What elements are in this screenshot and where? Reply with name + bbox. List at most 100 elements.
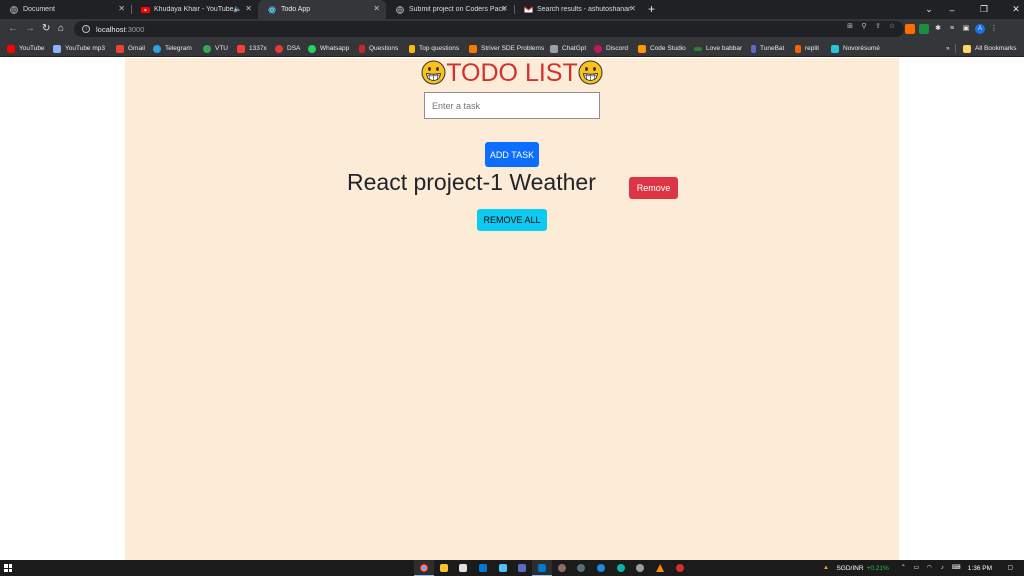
address-bar[interactable]: i localhost:3000 ⊞ ⚲ ⇪ ☆ <box>74 21 904 37</box>
bookmark-page-icon <box>409 44 415 53</box>
bookmark-telegram[interactable]: Telegram <box>153 43 192 54</box>
notepad-icon[interactable] <box>453 560 473 576</box>
bookmark-star-icon[interactable]: ☆ <box>888 23 896 31</box>
bookmark-love-babbar[interactable]: Love babbar <box>694 43 742 54</box>
remove-all-button[interactable]: REMOVE ALL <box>477 209 547 231</box>
bookmark-label: Gmail <box>128 45 145 52</box>
close-tab-icon[interactable]: ✕ <box>245 5 252 13</box>
new-tab-button[interactable]: + <box>648 3 655 15</box>
tab-gmail-search[interactable]: Search results - ashutoshanand ✕ <box>514 0 642 19</box>
tab-todo-app[interactable]: Todo App ✕ <box>258 0 386 19</box>
close-tab-icon[interactable]: ✕ <box>629 5 636 13</box>
bookmark-replit[interactable]: replit <box>795 43 819 54</box>
bookmarks-bar: YouTube YouTube mp3 Gmail Telegram VTU 1… <box>0 40 1024 57</box>
tab-youtube[interactable]: Khudaya Khair - YouTube 🔈 ✕ <box>131 0 258 19</box>
install-app-icon[interactable]: ⊞ <box>846 23 854 31</box>
bookmark-striver[interactable]: Striver SDE Problems <box>469 43 544 54</box>
extension-green-icon[interactable] <box>919 24 929 34</box>
generic-app-icon[interactable] <box>512 560 532 576</box>
tab-title: Document <box>23 6 55 13</box>
bookmark-chatgpt[interactable]: ChatGpt <box>550 43 586 54</box>
globe-icon <box>10 5 18 14</box>
site-info-icon[interactable]: i <box>82 25 90 33</box>
bookmark-vtu[interactable]: VTU <box>203 43 228 54</box>
share-icon[interactable]: ⇪ <box>874 23 882 31</box>
edge-icon[interactable] <box>611 560 631 576</box>
task-input[interactable] <box>424 92 600 119</box>
clock[interactable]: 1:36 PM <box>968 565 992 572</box>
zoom-icon[interactable]: ⚲ <box>860 23 868 31</box>
minimize-icon[interactable]: – <box>936 5 968 15</box>
chevron-up-icon[interactable]: ⌃ <box>900 565 907 572</box>
media-player-icon[interactable] <box>670 560 690 576</box>
extensions-puzzle-icon[interactable]: ✱ <box>933 24 943 34</box>
chevron-double-right-icon: » <box>946 45 950 52</box>
remove-task-button[interactable]: Remove <box>629 177 678 199</box>
bookmark-tunebat[interactable]: TuneBat <box>751 43 784 54</box>
reload-icon[interactable]: ↻ <box>42 23 50 35</box>
bookmark-1337x[interactable]: 1337x <box>237 43 267 54</box>
bookmark-discord[interactable]: Discord <box>594 43 628 54</box>
bookmark-gmail[interactable]: Gmail <box>116 43 145 54</box>
close-tab-icon[interactable]: ✕ <box>118 5 125 13</box>
app-icon[interactable] <box>552 560 572 576</box>
extension-orange-icon[interactable] <box>905 24 915 34</box>
bookmark-label: Questions <box>369 45 399 52</box>
bookmark-dsa[interactable]: DSA <box>275 43 300 54</box>
wifi-icon[interactable]: ◠ <box>926 565 933 572</box>
language-icon[interactable]: ⌨ <box>952 565 961 572</box>
replit-icon <box>795 44 801 53</box>
ticker-pair[interactable]: SGD/INR <box>836 565 863 572</box>
tab-search-icon[interactable]: ⌄ <box>922 4 936 15</box>
all-bookmarks[interactable]: All Bookmarks <box>963 43 1017 54</box>
bookmark-code-studio[interactable]: Code Studio <box>638 43 686 54</box>
bookmark-label: Striver SDE Problems <box>481 45 545 52</box>
side-panel-icon[interactable]: ▣ <box>961 24 971 34</box>
bookmark-novoresume[interactable]: Novorésumé <box>831 43 880 54</box>
vscode-icon[interactable] <box>532 560 552 576</box>
youtube-icon <box>141 6 150 14</box>
reading-list-icon[interactable]: ≡ <box>947 24 957 34</box>
close-tab-icon[interactable]: ✕ <box>373 5 380 13</box>
bookmark-questions[interactable]: Questions <box>359 43 398 54</box>
restore-icon[interactable]: ❐ <box>968 4 1000 15</box>
love-babbar-icon <box>694 46 702 51</box>
battery-icon[interactable]: ▭ <box>913 565 920 572</box>
tab-document[interactable]: Document ✕ <box>0 0 132 19</box>
menu-kebab-icon[interactable]: ⋮ <box>989 24 999 34</box>
volume-icon[interactable]: ♪ <box>939 565 946 572</box>
react-icon <box>268 6 276 14</box>
close-tab-icon[interactable]: ✕ <box>501 5 508 13</box>
whatsapp-icon <box>308 44 316 53</box>
file-explorer-icon[interactable] <box>434 560 454 576</box>
back-arrow-icon[interactable]: ← <box>8 23 18 35</box>
bookmark-youtube[interactable]: YouTube <box>7 43 45 54</box>
add-task-button[interactable]: ADD TASK <box>485 142 539 167</box>
bookmark-label: Top questions <box>419 45 460 52</box>
tab-coders-packet[interactable]: Submit project on Coders Packet ✕ <box>386 0 515 19</box>
vlc-icon[interactable] <box>650 560 670 576</box>
bookmark-whatsapp[interactable]: Whatsapp <box>308 43 349 54</box>
bookmark-youtube-mp3[interactable]: YouTube mp3 <box>53 43 105 54</box>
speaker-icon[interactable]: 🔈 <box>233 5 242 13</box>
novoresume-icon <box>831 44 839 53</box>
windows-start-icon[interactable] <box>4 564 12 572</box>
app-title: TODO LIST <box>125 58 899 88</box>
profile-avatar[interactable]: A <box>975 24 985 34</box>
bookmark-label: Love babbar <box>706 45 743 52</box>
mail-icon[interactable] <box>473 560 493 576</box>
home-icon[interactable]: ⌂ <box>58 23 64 35</box>
more-bookmarks-icon[interactable]: » <box>946 43 950 54</box>
close-window-icon[interactable]: ✕ <box>1000 4 1024 15</box>
photos-icon[interactable] <box>493 560 513 576</box>
bookmark-top-questions[interactable]: Top questions <box>409 43 459 54</box>
striver-icon <box>469 44 477 53</box>
chrome-icon[interactable] <box>414 560 434 576</box>
chatgpt-icon <box>550 44 558 53</box>
app-icon[interactable] <box>591 560 611 576</box>
forward-arrow-icon[interactable]: → <box>25 23 35 35</box>
app-icon[interactable] <box>572 560 592 576</box>
tab-title: Search results - ashutoshanand <box>537 6 631 13</box>
notifications-icon[interactable]: ▢ <box>1007 565 1014 572</box>
settings-icon[interactable] <box>631 560 651 576</box>
